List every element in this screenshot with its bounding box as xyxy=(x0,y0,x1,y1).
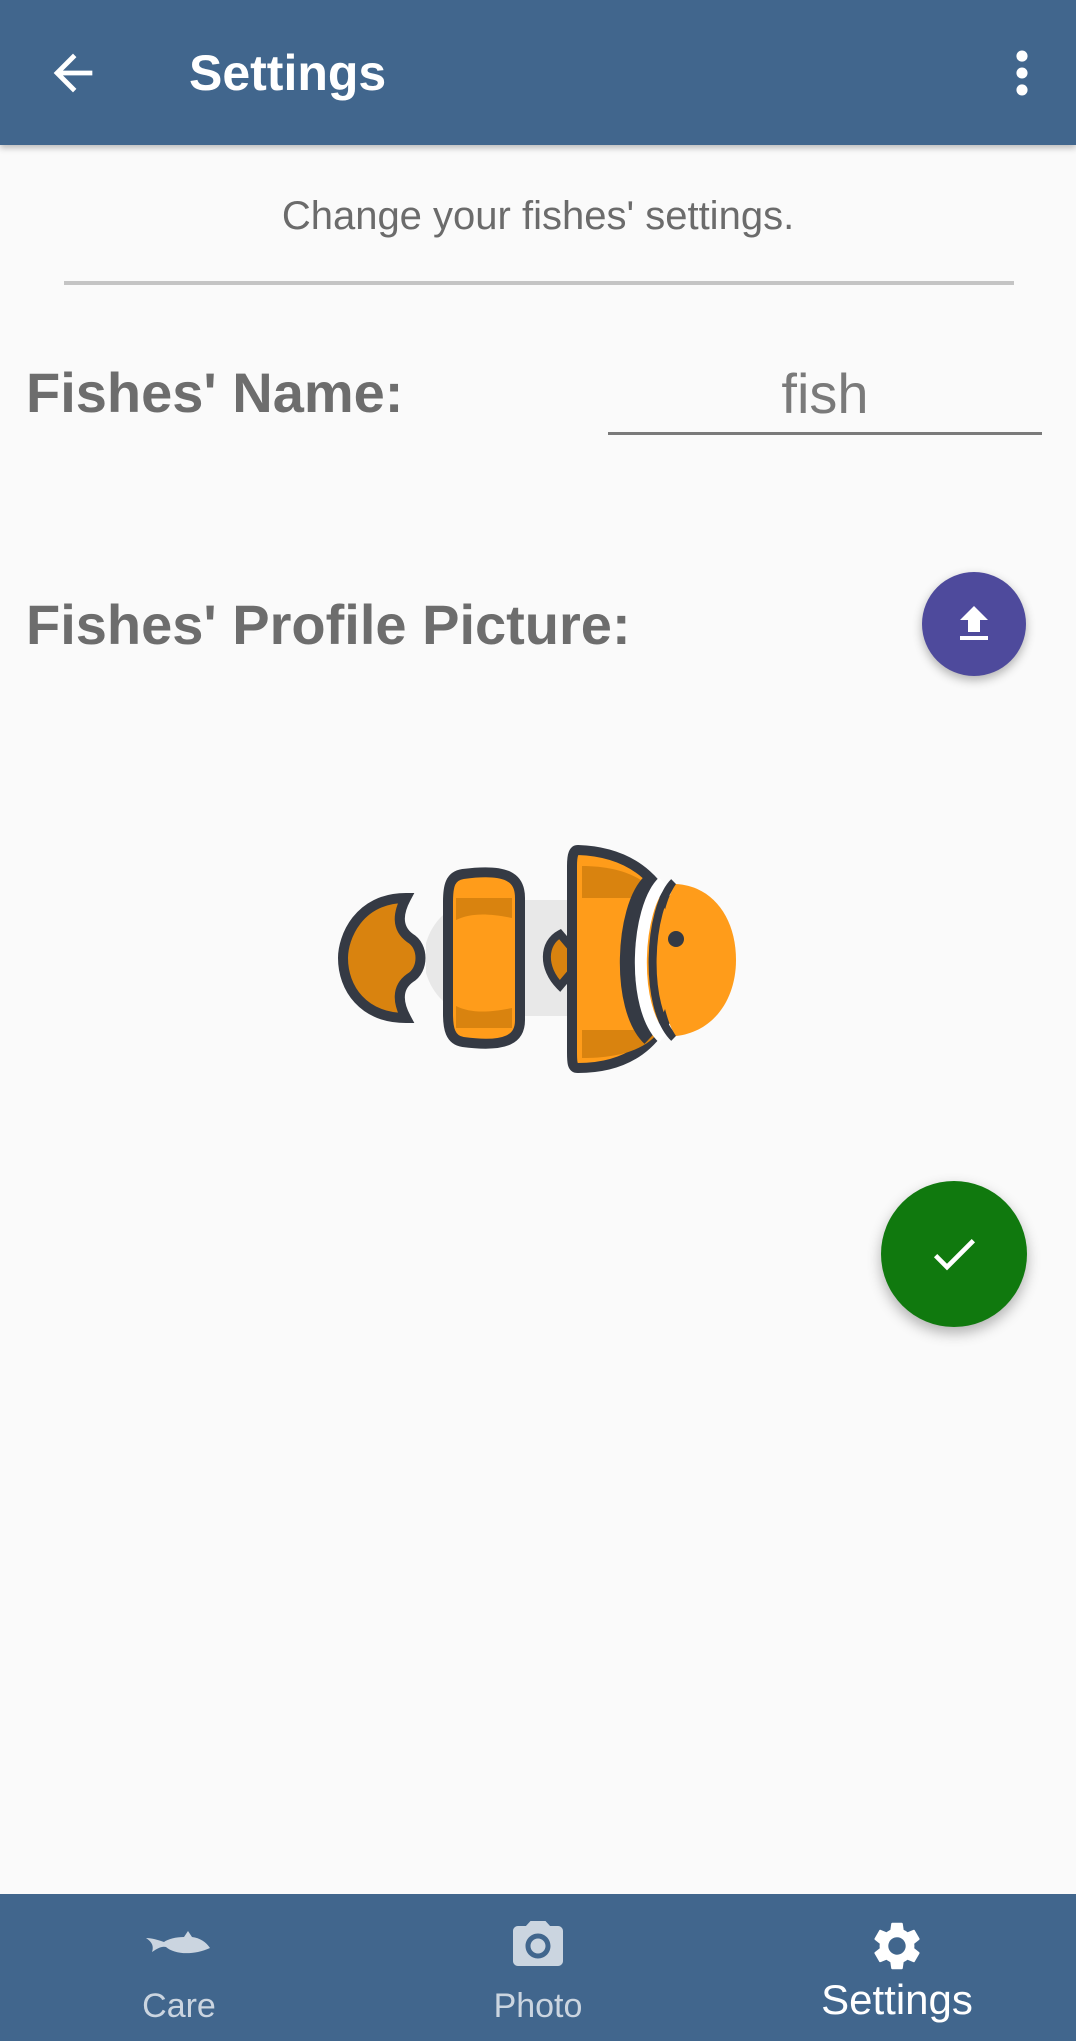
arrow-left-icon xyxy=(53,53,93,93)
check-icon xyxy=(933,1239,975,1271)
page-title: Settings xyxy=(189,45,387,101)
more-options-button[interactable] xyxy=(1000,44,1044,102)
nav-label-settings: Settings xyxy=(821,1976,973,2023)
app-bar: Settings xyxy=(0,0,1076,145)
nav-item-care[interactable]: Care xyxy=(0,1894,358,2041)
upload-icon xyxy=(960,606,988,640)
nav-item-photo[interactable]: Photo xyxy=(359,1894,717,2041)
back-button[interactable] xyxy=(44,44,102,102)
fish-name-input[interactable] xyxy=(608,355,1042,435)
bottom-navigation: Care Photo Settings xyxy=(0,1894,1076,2041)
profile-picture-label: Fishes' Profile Picture: xyxy=(26,593,631,656)
clownfish-image xyxy=(338,844,736,1074)
nav-item-settings[interactable]: Settings xyxy=(718,1894,1076,2041)
more-vert-icon xyxy=(1016,50,1028,96)
confirm-button[interactable] xyxy=(881,1181,1027,1327)
fish-name-label: Fishes' Name: xyxy=(26,361,404,424)
nav-label-care: Care xyxy=(142,1987,216,2025)
camera-icon xyxy=(513,1921,563,1966)
upload-picture-button[interactable] xyxy=(922,572,1026,676)
divider xyxy=(64,281,1014,285)
fish-icon xyxy=(146,1931,210,1954)
nav-label-photo: Photo xyxy=(493,1987,583,2025)
gear-icon xyxy=(874,1922,920,1970)
settings-subtitle: Change your fishes' settings. xyxy=(281,194,795,238)
